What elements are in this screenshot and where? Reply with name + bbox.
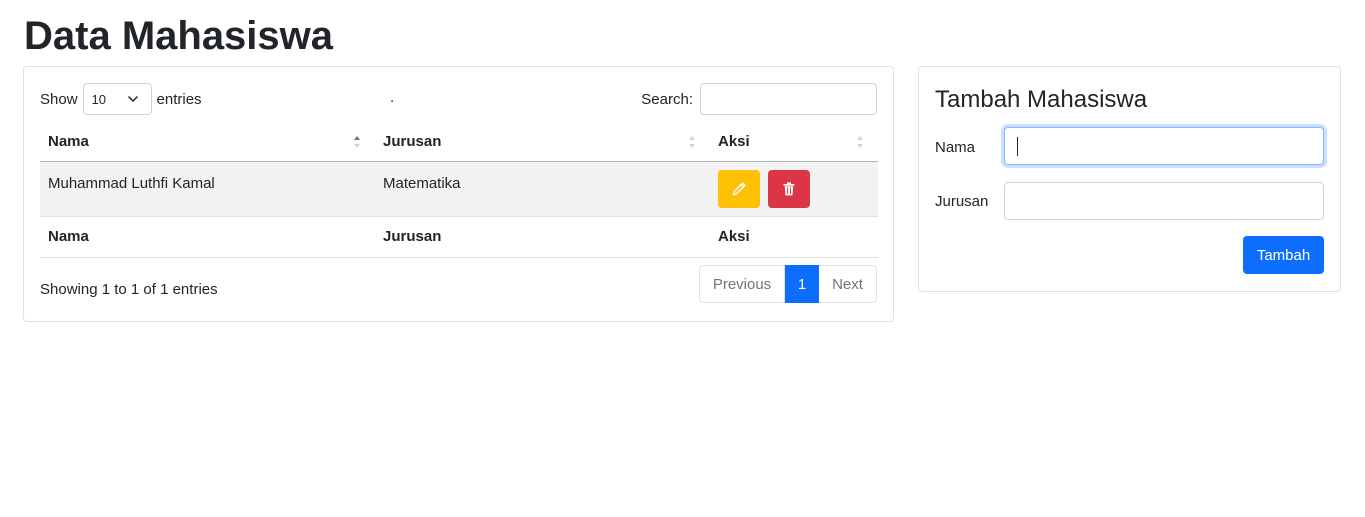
table-footer-row: Nama Jurusan Aksi bbox=[40, 216, 878, 258]
footer-column-jurusan: Jurusan bbox=[375, 216, 710, 258]
footer-column-nama: Nama bbox=[40, 216, 375, 258]
delete-button[interactable] bbox=[768, 169, 810, 208]
column-header-label: Aksi bbox=[718, 133, 750, 151]
tambah-button[interactable]: Tambah bbox=[1243, 236, 1324, 274]
search-input[interactable] bbox=[700, 83, 877, 115]
entries-length-control: Show 10 entries bbox=[40, 83, 202, 115]
text-caret bbox=[1017, 137, 1018, 156]
table-info: Showing 1 to 1 of 1 entries bbox=[40, 281, 218, 298]
students-table-card: Show 10 entries . Search: Nama Jurusan A… bbox=[23, 66, 894, 322]
column-header-label: Nama bbox=[48, 133, 89, 151]
entries-select-value: 10 bbox=[91, 91, 106, 107]
column-header-label: Jurusan bbox=[383, 133, 442, 151]
length-suffix: entries bbox=[156, 90, 202, 108]
search-control: Search: bbox=[641, 83, 877, 115]
entries-select[interactable]: 10 bbox=[82, 83, 152, 115]
nama-label: Nama bbox=[935, 139, 976, 156]
length-prefix: Show bbox=[40, 90, 78, 108]
table-row: Muhammad Luthfi Kamal Matematika bbox=[40, 161, 878, 217]
search-label: Search: bbox=[641, 90, 693, 108]
cell-jurusan: Matematika bbox=[375, 161, 710, 217]
add-student-card: Tambah Mahasiswa Nama Jurusan Tambah bbox=[918, 66, 1341, 292]
jurusan-input[interactable] bbox=[1004, 182, 1324, 220]
column-header-jurusan[interactable]: Jurusan bbox=[375, 123, 710, 162]
center-dot: . bbox=[390, 89, 395, 106]
trash-icon bbox=[783, 181, 795, 195]
row-actions bbox=[718, 169, 870, 208]
sort-icon bbox=[689, 136, 695, 148]
sort-ascending-icon bbox=[354, 136, 360, 148]
edit-button[interactable] bbox=[718, 169, 760, 208]
page-title: Data Mahasiswa bbox=[24, 14, 334, 58]
next-page-button[interactable]: Next bbox=[819, 265, 877, 303]
form-title: Tambah Mahasiswa bbox=[935, 86, 1148, 113]
chevron-down-icon bbox=[127, 96, 138, 102]
column-header-aksi[interactable]: Aksi bbox=[710, 123, 878, 162]
cell-aksi bbox=[710, 161, 878, 217]
column-header-nama[interactable]: Nama bbox=[40, 123, 375, 162]
page-1-button[interactable]: 1 bbox=[785, 265, 819, 303]
footer-column-aksi: Aksi bbox=[710, 216, 878, 258]
students-table: Nama Jurusan Aksi Muhammad Luthfi Kamal … bbox=[40, 123, 878, 258]
nama-input[interactable] bbox=[1004, 127, 1324, 165]
table-header-row: Nama Jurusan Aksi bbox=[40, 123, 878, 162]
pencil-icon bbox=[732, 182, 746, 195]
cell-nama: Muhammad Luthfi Kamal bbox=[40, 161, 375, 217]
jurusan-label: Jurusan bbox=[935, 193, 989, 210]
sort-icon bbox=[857, 136, 863, 148]
previous-page-button[interactable]: Previous bbox=[699, 265, 785, 303]
pagination: Previous 1 Next bbox=[699, 265, 877, 303]
